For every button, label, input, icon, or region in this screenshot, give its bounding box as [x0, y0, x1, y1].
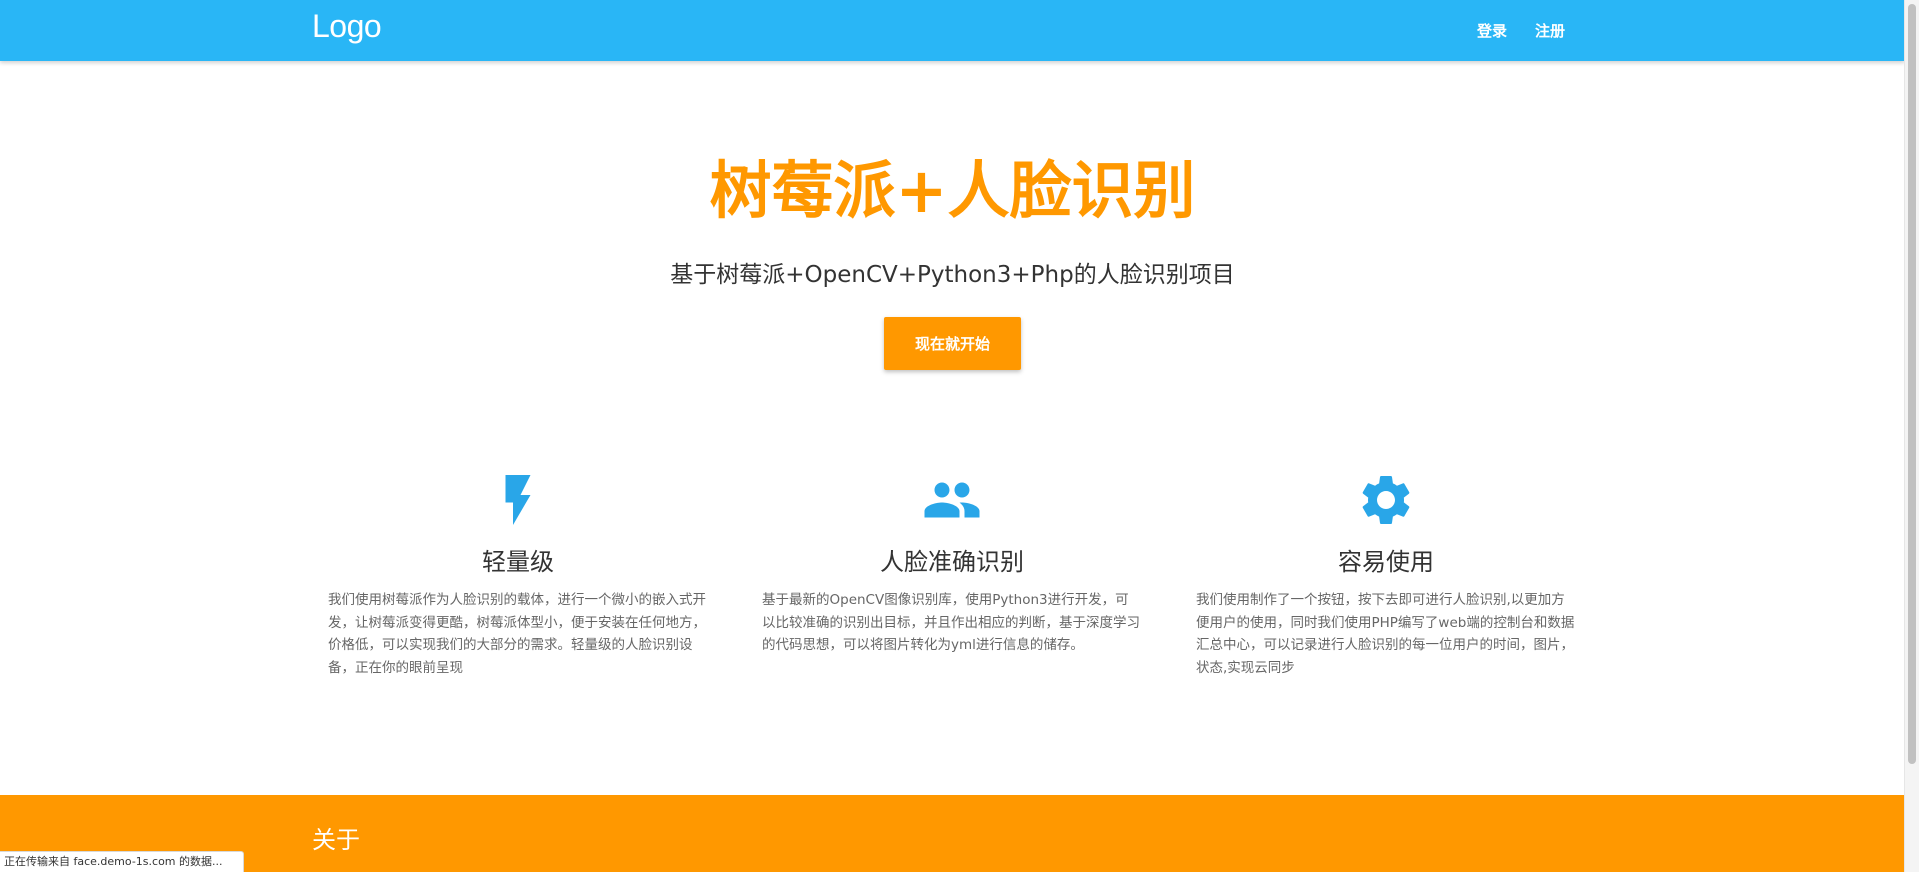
hero-subtitle: 基于树莓派+OpenCV+Python3+Php的人脸识别项目 — [670, 262, 1235, 288]
feature-title: 容易使用 — [1338, 548, 1434, 576]
feature-lightweight: 轻量级 我们使用树莓派作为人脸识别的载体，进行一个微小的嵌入式开发，让树莓派变得… — [328, 470, 708, 679]
hero-title: 树莓派+人脸识别 — [709, 154, 1196, 227]
browser-status-bar: 正在传输来自 face.demo-1s.com 的数据... — [0, 851, 244, 872]
feature-description: 基于最新的OpenCV图像识别库，使用Python3进行开发，可以比较准确的识别… — [762, 592, 1140, 653]
gear-icon — [1356, 470, 1416, 530]
nav-links: 登录 注册 — [1463, 0, 1579, 61]
about-section: 关于 — [0, 795, 1905, 872]
feature-title: 轻量级 — [482, 548, 554, 576]
logo-link[interactable]: Logo — [312, 8, 382, 45]
feature-description: 我们使用树莓派作为人脸识别的载体，进行一个微小的嵌入式开发，让树莓派变得更酷，树… — [328, 592, 706, 676]
feature-description: 我们使用制作了一个按钮，按下去即可进行人脸识别,以更加方便用户的使用，同时我们使… — [1196, 592, 1575, 676]
login-link[interactable]: 登录 — [1463, 20, 1521, 41]
flash-icon — [488, 470, 548, 530]
feature-title: 人脸准确识别 — [880, 548, 1024, 576]
scrollbar-thumb[interactable] — [1908, 4, 1916, 764]
top-navbar: Logo 登录 注册 — [0, 0, 1905, 61]
vertical-scrollbar[interactable] — [1904, 0, 1919, 872]
register-link[interactable]: 注册 — [1521, 20, 1579, 41]
page: Logo 登录 注册 树莓派+人脸识别 基于树莓派+OpenCV+Python3… — [0, 0, 1919, 872]
feature-easy-to-use: 容易使用 我们使用制作了一个按钮，按下去即可进行人脸识别,以更加方便用户的使用，… — [1196, 470, 1576, 679]
people-icon — [922, 470, 982, 530]
about-title: 关于 — [312, 826, 360, 854]
get-started-button[interactable]: 现在就开始 — [884, 317, 1021, 370]
feature-accurate-recognition: 人脸准确识别 基于最新的OpenCV图像识别库，使用Python3进行开发，可以… — [762, 470, 1142, 657]
